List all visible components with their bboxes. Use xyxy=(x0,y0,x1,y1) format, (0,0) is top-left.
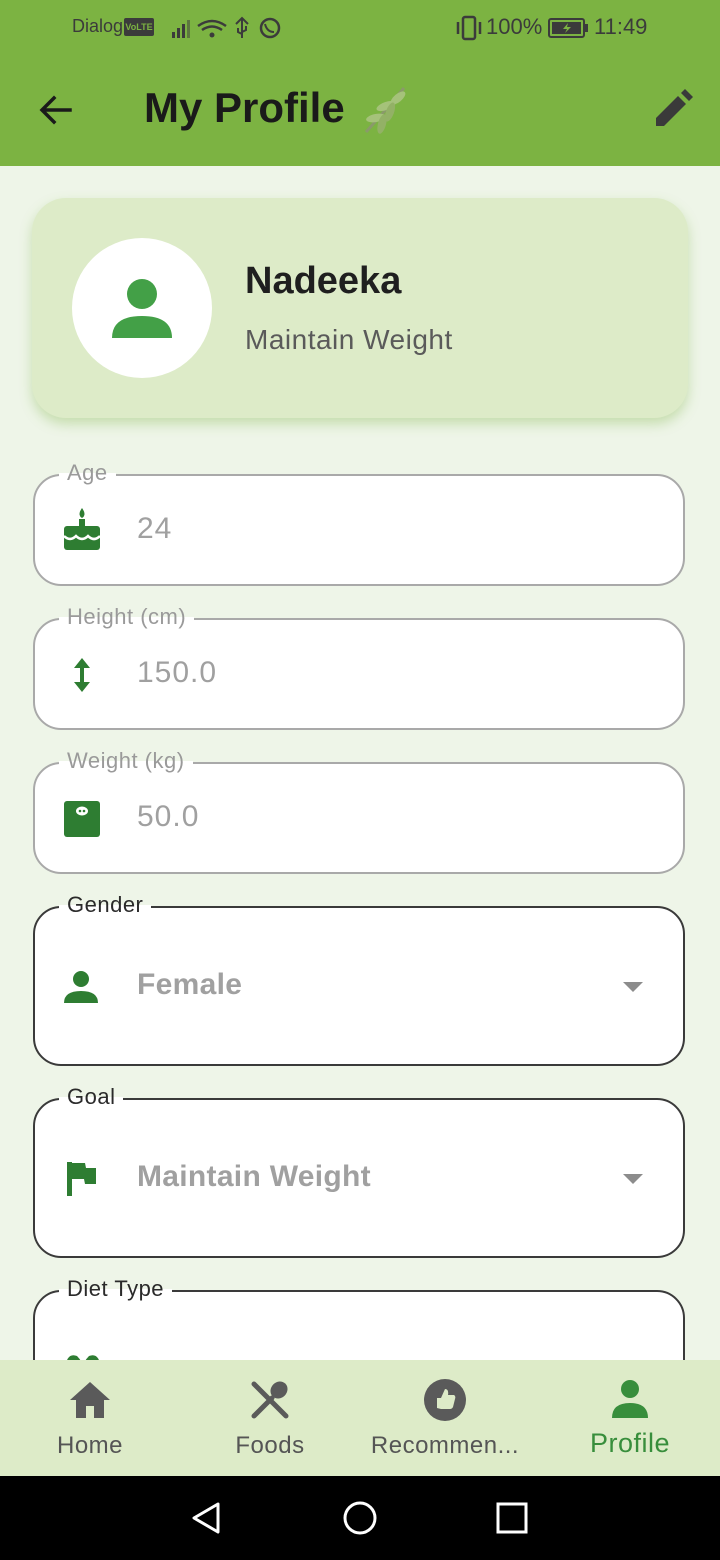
battery-icon xyxy=(548,18,588,38)
nav-profile[interactable]: Profile xyxy=(540,1360,720,1476)
back-button[interactable] xyxy=(34,88,78,132)
profile-name: Nadeeka xyxy=(245,260,402,302)
nav-recommendations[interactable]: Recommen... xyxy=(355,1360,535,1476)
nav-home-label: Home xyxy=(56,1432,124,1459)
edit-button[interactable] xyxy=(650,88,694,132)
nav-foods[interactable]: Foods xyxy=(180,1360,360,1476)
bottom-navigation: Home Foods Recommen... Profile xyxy=(0,1360,720,1476)
goal-value: Maintain Weight xyxy=(137,1160,371,1193)
weight-label: Weight (kg) xyxy=(59,748,193,774)
person-icon xyxy=(612,1380,648,1418)
height-label: Height (cm) xyxy=(59,604,195,630)
avatar[interactable] xyxy=(72,238,212,378)
vibrate-icon xyxy=(456,15,482,41)
scale-icon xyxy=(64,801,100,837)
age-value: 24 xyxy=(137,512,173,545)
height-field[interactable]: Height (cm) 150.0 xyxy=(33,604,685,730)
system-recents-icon[interactable] xyxy=(494,1500,530,1536)
diet-type-label: Diet Type xyxy=(59,1276,173,1302)
goal-dropdown[interactable]: Goal Maintain Weight xyxy=(33,1084,685,1258)
gender-label: Gender xyxy=(59,892,152,918)
arrow-left-icon xyxy=(39,95,72,125)
age-label: Age xyxy=(59,460,116,486)
system-back-icon[interactable] xyxy=(188,1500,224,1536)
volte-badge: VoLTE xyxy=(124,18,154,36)
person-icon xyxy=(112,279,172,338)
age-field[interactable]: Age 24 xyxy=(33,460,685,586)
clock: 11:49 xyxy=(594,14,648,39)
pencil-icon xyxy=(656,89,693,126)
gender-value: Female xyxy=(137,968,243,1001)
page-title: My Profile xyxy=(144,84,345,131)
weight-value: 50.0 xyxy=(137,800,200,833)
weight-field[interactable]: Weight (kg) 50.0 xyxy=(33,748,685,874)
system-home-icon[interactable] xyxy=(342,1500,378,1536)
goal-label: Goal xyxy=(59,1084,124,1110)
status-bar: Dialog VoLTE 100% 11:49 xyxy=(0,0,720,56)
person-icon xyxy=(64,971,98,1003)
flag-icon xyxy=(67,1162,96,1196)
nav-profile-label: Profile xyxy=(589,1428,671,1458)
nav-recommendations-label: Recommen... xyxy=(370,1432,520,1459)
nav-foods-label: Foods xyxy=(235,1432,305,1459)
fork-spoon-icon xyxy=(251,1381,289,1419)
profile-goal: Maintain Weight xyxy=(245,324,453,355)
gender-dropdown[interactable]: Gender Female xyxy=(33,892,685,1066)
system-navigation-bar xyxy=(0,1476,720,1560)
thumb-up-icon xyxy=(424,1379,466,1421)
carrier-label: Dialog xyxy=(72,16,124,36)
leaf-icon xyxy=(364,87,406,134)
height-value: 150.0 xyxy=(137,656,218,689)
height-icon xyxy=(74,658,90,692)
nav-home[interactable]: Home xyxy=(0,1360,180,1476)
chevron-down-icon xyxy=(623,1174,643,1184)
chevron-down-icon xyxy=(623,982,643,992)
home-icon xyxy=(70,1382,110,1418)
cake-icon xyxy=(63,508,101,550)
battery-percent: 100% xyxy=(486,14,543,39)
signal-wifi-usb-whatsapp-icons xyxy=(172,16,281,39)
